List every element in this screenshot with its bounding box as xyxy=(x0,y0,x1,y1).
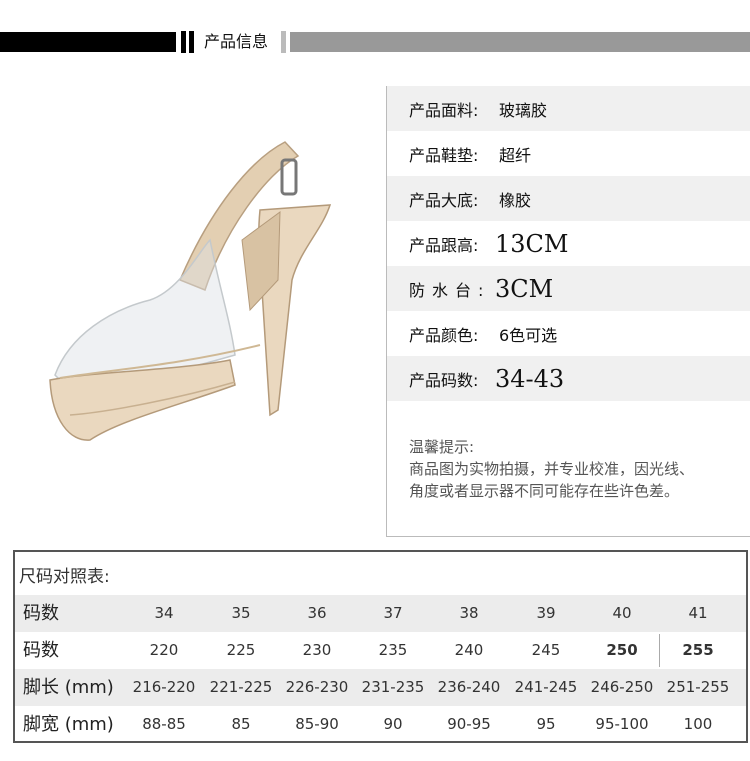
table-row: 脚宽 (mm) 88-85 85 85-90 90 90-95 95 95-10… xyxy=(15,706,746,743)
attr-value: 超纤 xyxy=(499,145,532,165)
row-label: 码数 xyxy=(23,603,59,624)
header-marker xyxy=(189,31,194,53)
table-cell: 35 xyxy=(231,604,251,622)
header-bar-right xyxy=(290,32,750,52)
table-cell: 100 xyxy=(683,715,713,733)
table-cell: 41 xyxy=(688,604,708,622)
header-bar-left xyxy=(0,32,176,52)
row-label: 脚宽 (mm) xyxy=(23,714,114,735)
table-cell: 95 xyxy=(536,715,556,733)
table-cell: 216-220 xyxy=(132,678,196,696)
cell-divider xyxy=(659,634,660,667)
table-cell: 90 xyxy=(383,715,403,733)
table-cell: 37 xyxy=(383,604,403,622)
attr-value: 玻璃胶 xyxy=(499,100,548,120)
table-cell: 220 xyxy=(149,641,179,659)
attr-value: 13CM xyxy=(495,229,569,258)
attr-row-color: 产品颜色: 6色可选 xyxy=(387,311,750,356)
table-cell: 241-245 xyxy=(514,678,578,696)
attr-label: 产品大底: xyxy=(409,190,479,210)
attr-label: 防水台: xyxy=(409,280,491,300)
table-cell: 88-85 xyxy=(142,715,186,733)
table-cell: 240 xyxy=(454,641,484,659)
table-cell: 85-90 xyxy=(295,715,339,733)
table-cell: 235 xyxy=(378,641,408,659)
table-cell: 231-235 xyxy=(361,678,425,696)
attr-row-sole: 产品大底: 橡胶 xyxy=(387,176,750,221)
table-cell: 246-250 xyxy=(590,678,654,696)
attr-label: 产品码数: xyxy=(409,370,479,390)
product-attributes: 产品面料: 玻璃胶 产品鞋垫: 超纤 产品大底: 橡胶 产品跟高: 13CM 防… xyxy=(386,86,750,537)
attr-label: 产品面料: xyxy=(409,100,479,120)
section-title: 产品信息 xyxy=(204,32,269,51)
attr-row-insole: 产品鞋垫: 超纤 xyxy=(387,131,750,176)
header-marker xyxy=(181,31,186,53)
attr-label: 产品颜色: xyxy=(409,325,479,345)
table-cell: 226-230 xyxy=(285,678,349,696)
table-cell: 236-240 xyxy=(437,678,501,696)
notice-line: 商品图为实物拍摄，并专业校准，因光线、 xyxy=(409,460,695,478)
notice-title: 温馨提示: xyxy=(409,438,475,456)
table-cell: 39 xyxy=(536,604,556,622)
attr-label: 产品跟高: xyxy=(409,235,479,255)
table-cell: 85 xyxy=(231,715,251,733)
notice-line: 角度或者显示器不同可能存在些许色差。 xyxy=(409,482,680,500)
table-cell: 225 xyxy=(226,641,256,659)
size-chart: 尺码对照表: 码数 34 35 36 37 38 39 40 41 码数 220… xyxy=(13,550,748,743)
table-row: 脚长 (mm) 216-220 221-225 226-230 231-235 … xyxy=(15,669,746,706)
table-cell: 90-95 xyxy=(447,715,491,733)
attr-label: 产品鞋垫: xyxy=(409,145,479,165)
table-cell: 40 xyxy=(612,604,632,622)
attr-value: 橡胶 xyxy=(499,190,532,210)
attr-row-platform: 防水台: 3CM xyxy=(387,266,750,311)
table-row: 码数 34 35 36 37 38 39 40 41 xyxy=(15,595,746,632)
table-cell: 230 xyxy=(302,641,332,659)
row-label: 脚长 (mm) xyxy=(23,677,114,698)
table-cell: 245 xyxy=(531,641,561,659)
table-cell: 38 xyxy=(459,604,479,622)
table-cell: 95-100 xyxy=(595,715,649,733)
row-label: 码数 xyxy=(23,640,59,661)
table-row: 码数 220 225 230 235 240 245 250 255 xyxy=(15,632,746,669)
size-chart-title: 尺码对照表: xyxy=(19,567,110,587)
attr-row-heel-height: 产品跟高: 13CM xyxy=(387,221,750,266)
table-cell: 250 xyxy=(606,641,638,659)
attr-row-sizes: 产品码数: 34-43 xyxy=(387,356,750,401)
attr-value: 6色可选 xyxy=(499,325,558,345)
table-cell: 34 xyxy=(154,604,174,622)
attr-value: 34-43 xyxy=(495,364,565,393)
notice: 温馨提示: 商品图为实物拍摄，并专业校准，因光线、 角度或者显示器不同可能存在些… xyxy=(409,436,694,502)
header-marker xyxy=(281,31,286,53)
table-cell: 36 xyxy=(307,604,327,622)
table-cell: 251-255 xyxy=(666,678,730,696)
product-image xyxy=(49,141,332,441)
table-cell: 255 xyxy=(682,641,714,659)
attr-row-material: 产品面料: 玻璃胶 xyxy=(387,86,750,131)
attr-value: 3CM xyxy=(495,274,554,303)
table-cell: 221-225 xyxy=(209,678,273,696)
